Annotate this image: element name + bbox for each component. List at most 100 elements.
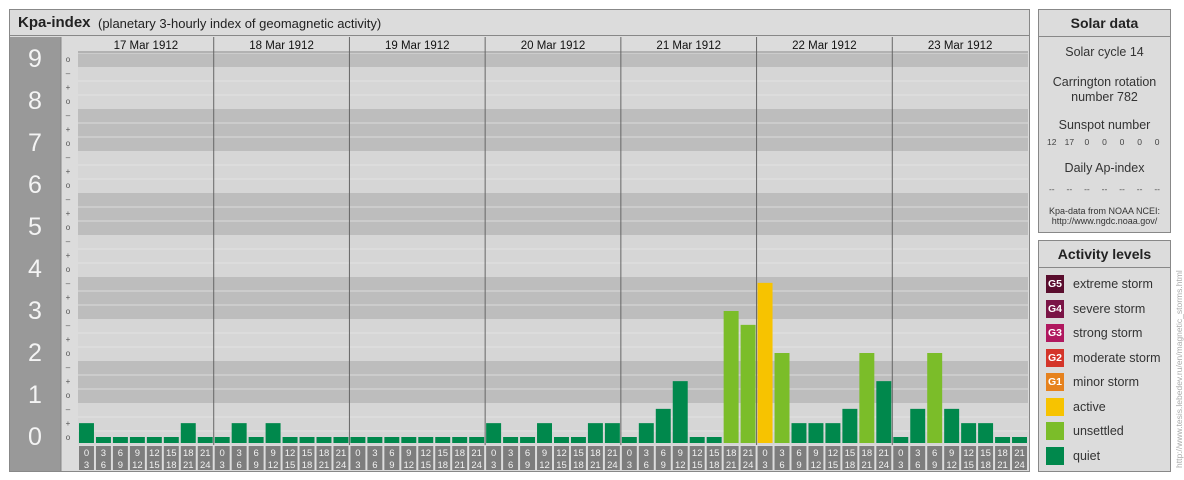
y-subtick-label: o <box>66 55 71 64</box>
kp-bar <box>537 423 552 443</box>
interval-end-label: 24 <box>743 460 754 471</box>
carrington-rotation-line1: Carrington rotation <box>1052 75 1157 89</box>
kp-bar <box>452 437 468 443</box>
kp-bar <box>995 437 1011 443</box>
ap-value: -- <box>1119 184 1125 194</box>
interval-start-label: 6 <box>525 448 530 459</box>
ap-value: -- <box>1154 184 1160 194</box>
interval-start-label: 18 <box>319 448 330 459</box>
interval-start-label: 21 <box>1014 448 1025 459</box>
interval-start-label: 3 <box>644 448 649 459</box>
y-subtick-label: o <box>66 223 71 232</box>
interval-start-label: 15 <box>980 448 991 459</box>
interval-start-label: 21 <box>879 448 890 459</box>
interval-start-label: 15 <box>845 448 856 459</box>
legend-item-active: active <box>1046 395 1170 420</box>
day-label: 19 Mar 1912 <box>385 40 450 52</box>
interval-start-label: 3 <box>372 448 377 459</box>
interval-start-label: 12 <box>963 448 974 459</box>
y-subtick-label: – <box>66 321 71 330</box>
chart-title: Kpa-index <box>18 14 91 31</box>
kp-bar <box>350 437 366 443</box>
interval-end-label: 12 <box>132 460 143 471</box>
legend-item-g1: G1 minor storm <box>1046 370 1170 395</box>
kp-bar <box>842 408 858 443</box>
legend-label: minor storm <box>1073 375 1139 390</box>
interval-start-label: 6 <box>932 448 937 459</box>
interval-end-label: 21 <box>862 460 873 471</box>
kp-bar <box>95 437 111 443</box>
kp-bar <box>248 437 264 443</box>
source-watermark[interactable]: http://www.tesis.lebedev.ru/en/magnetic_… <box>1174 270 1184 468</box>
kp-bar <box>333 437 349 443</box>
kp-bar <box>723 311 739 443</box>
interval-start-label: 0 <box>84 448 89 459</box>
data-source-link[interactable]: http://www.ngdc.noaa.gov/ <box>1039 216 1170 226</box>
interval-end-label: 18 <box>845 460 856 471</box>
interval-end-label: 21 <box>454 460 465 471</box>
interval-start-label: 12 <box>149 448 160 459</box>
kp-bar <box>79 423 94 443</box>
kp-bar <box>604 423 620 443</box>
interval-start-label: 15 <box>709 448 720 459</box>
interval-start-label: 3 <box>237 448 242 459</box>
sunspot-value: 17 <box>1064 137 1075 147</box>
interval-end-label: 3 <box>491 460 496 471</box>
kp-bar <box>927 353 943 443</box>
day-label: 20 Mar 1912 <box>521 40 586 52</box>
kp-bar <box>655 408 671 443</box>
legend-label: severe storm <box>1073 301 1146 316</box>
legend-label: active <box>1073 399 1106 414</box>
interval-start-label: 3 <box>779 448 784 459</box>
interval-start-label: 18 <box>454 448 465 459</box>
interval-end-label: 3 <box>84 460 89 471</box>
solar-data-title: Solar data <box>1039 10 1170 37</box>
interval-end-label: 18 <box>980 460 991 471</box>
interval-start-label: 6 <box>118 448 123 459</box>
y-subtick-label: o <box>66 349 71 358</box>
interval-start-label: 3 <box>915 448 920 459</box>
interval-end-label: 15 <box>420 460 431 471</box>
ap-index-values: -- -- -- -- -- -- -- <box>1039 184 1170 194</box>
interval-end-label: 21 <box>590 460 601 471</box>
y-tick-label: 0 <box>28 423 42 451</box>
y-tick-label: 2 <box>28 339 42 367</box>
kp-bar <box>876 381 892 443</box>
kp-bar <box>486 423 502 443</box>
activity-levels-panel: Activity levels G5 extreme storm G4 severe… <box>1038 240 1171 472</box>
interval-end-label: 21 <box>319 460 330 471</box>
kp-bar <box>503 437 519 443</box>
interval-end-label: 9 <box>796 460 801 471</box>
kp-bar <box>961 423 977 443</box>
interval-start-label: 9 <box>542 448 547 459</box>
kp-bar <box>197 437 213 443</box>
y-subtick-label: + <box>66 377 71 386</box>
kp-bar <box>435 437 451 443</box>
interval-end-label: 21 <box>183 460 194 471</box>
kp-bar <box>316 437 332 443</box>
interval-end-label: 18 <box>709 460 720 471</box>
kp-bar <box>367 437 383 443</box>
interval-end-label: 3 <box>220 460 225 471</box>
legend-item-g4: G4 severe storm <box>1046 297 1170 322</box>
kp-bar <box>146 437 162 443</box>
interval-start-label: 3 <box>101 448 106 459</box>
interval-start-label: 18 <box>862 448 873 459</box>
interval-end-label: 9 <box>253 460 258 471</box>
y-subtick-label: o <box>66 97 71 106</box>
interval-start-label: 0 <box>355 448 360 459</box>
interval-end-label: 15 <box>963 460 974 471</box>
interval-start-label: 18 <box>726 448 737 459</box>
kp-bar <box>469 437 485 443</box>
kp-bar <box>859 353 875 443</box>
interval-end-label: 6 <box>237 460 242 471</box>
level-swatch: G3 <box>1046 324 1064 343</box>
kp-band <box>78 319 1028 361</box>
legend-label: moderate storm <box>1073 350 1161 365</box>
ap-value: -- <box>1066 184 1073 194</box>
interval-end-label: 3 <box>762 460 767 471</box>
level-swatch: G5 <box>1046 275 1064 294</box>
interval-start-label: 9 <box>678 448 683 459</box>
interval-start-label: 9 <box>270 448 275 459</box>
interval-end-label: 24 <box>607 460 618 471</box>
